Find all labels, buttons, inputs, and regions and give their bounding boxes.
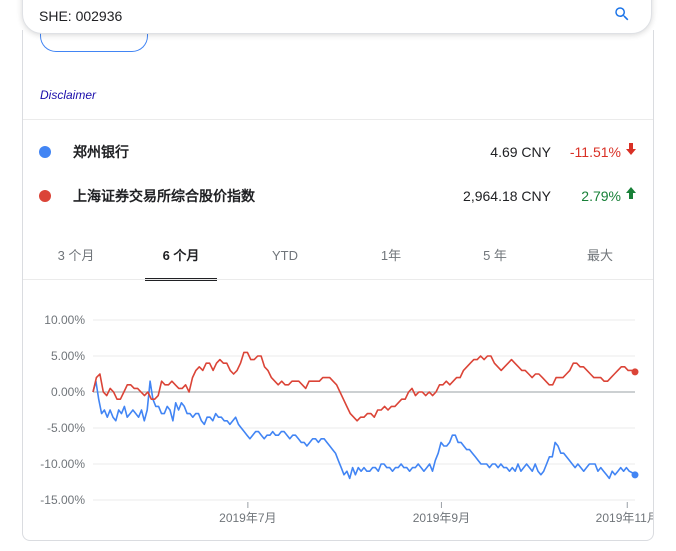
x-tick-label: 2019年9月 xyxy=(413,511,470,525)
tab-6-months[interactable]: 6 个月 xyxy=(145,232,217,280)
compare-name: 郑州银行 xyxy=(73,144,129,160)
comparison-chart[interactable]: 10.00% 5.00% 0.00% -5.00% -10.00% -15.00% 2019… xyxy=(23,298,653,534)
series-dot-icon xyxy=(39,146,51,158)
series-end-point xyxy=(631,471,639,479)
search-icon[interactable] xyxy=(613,5,631,23)
tab-3-months[interactable]: 3 个月 xyxy=(40,232,112,280)
compare-name: 上海证券交易所综合股价指数 xyxy=(73,188,255,204)
compare-row[interactable]: 上海证券交易所综合股价指数 2,964.18 CNY 2.79% xyxy=(23,183,653,207)
y-tick-label: -5.00% xyxy=(47,421,85,435)
compare-price: 4.69 CNY xyxy=(490,144,551,160)
arrow-down-icon xyxy=(625,142,637,159)
y-tick-label: 0.00% xyxy=(51,385,85,399)
compare-change: 2.79% xyxy=(581,188,621,204)
tab-ytd[interactable]: YTD xyxy=(249,232,321,280)
y-tick-label: 5.00% xyxy=(51,349,85,363)
x-tick-label: 2019年7月 xyxy=(219,511,276,525)
series-end-point xyxy=(631,368,639,376)
compare-row[interactable]: 郑州银行 4.69 CNY -11.51% xyxy=(23,139,653,163)
search-bar[interactable]: SHE: 002936 xyxy=(22,0,652,34)
arrow-up-icon xyxy=(625,186,637,203)
disclaimer-link[interactable]: Disclaimer xyxy=(40,88,96,102)
range-tabs: 3 个月 6 个月 YTD 1年 5 年 最大 xyxy=(23,232,653,281)
tab-1-year[interactable]: 1年 xyxy=(355,232,427,280)
y-tick-label: 10.00% xyxy=(44,313,85,327)
y-tick-label: -10.00% xyxy=(40,457,85,471)
compare-price: 2,964.18 CNY xyxy=(463,188,551,204)
divider xyxy=(23,119,653,120)
search-input[interactable]: SHE: 002936 xyxy=(39,8,122,24)
y-tick-label: -15.00% xyxy=(40,493,85,507)
stock-card: 000001 × Disclaimer 郑州银行 4.69 CNY -11.51… xyxy=(22,19,654,541)
series-dot-icon xyxy=(39,190,51,202)
x-tick-label: 2019年11月 xyxy=(596,511,653,525)
tab-max[interactable]: 最大 xyxy=(564,232,636,280)
divider xyxy=(23,279,653,280)
tab-5-years[interactable]: 5 年 xyxy=(459,232,531,280)
compare-change: -11.51% xyxy=(569,144,621,160)
